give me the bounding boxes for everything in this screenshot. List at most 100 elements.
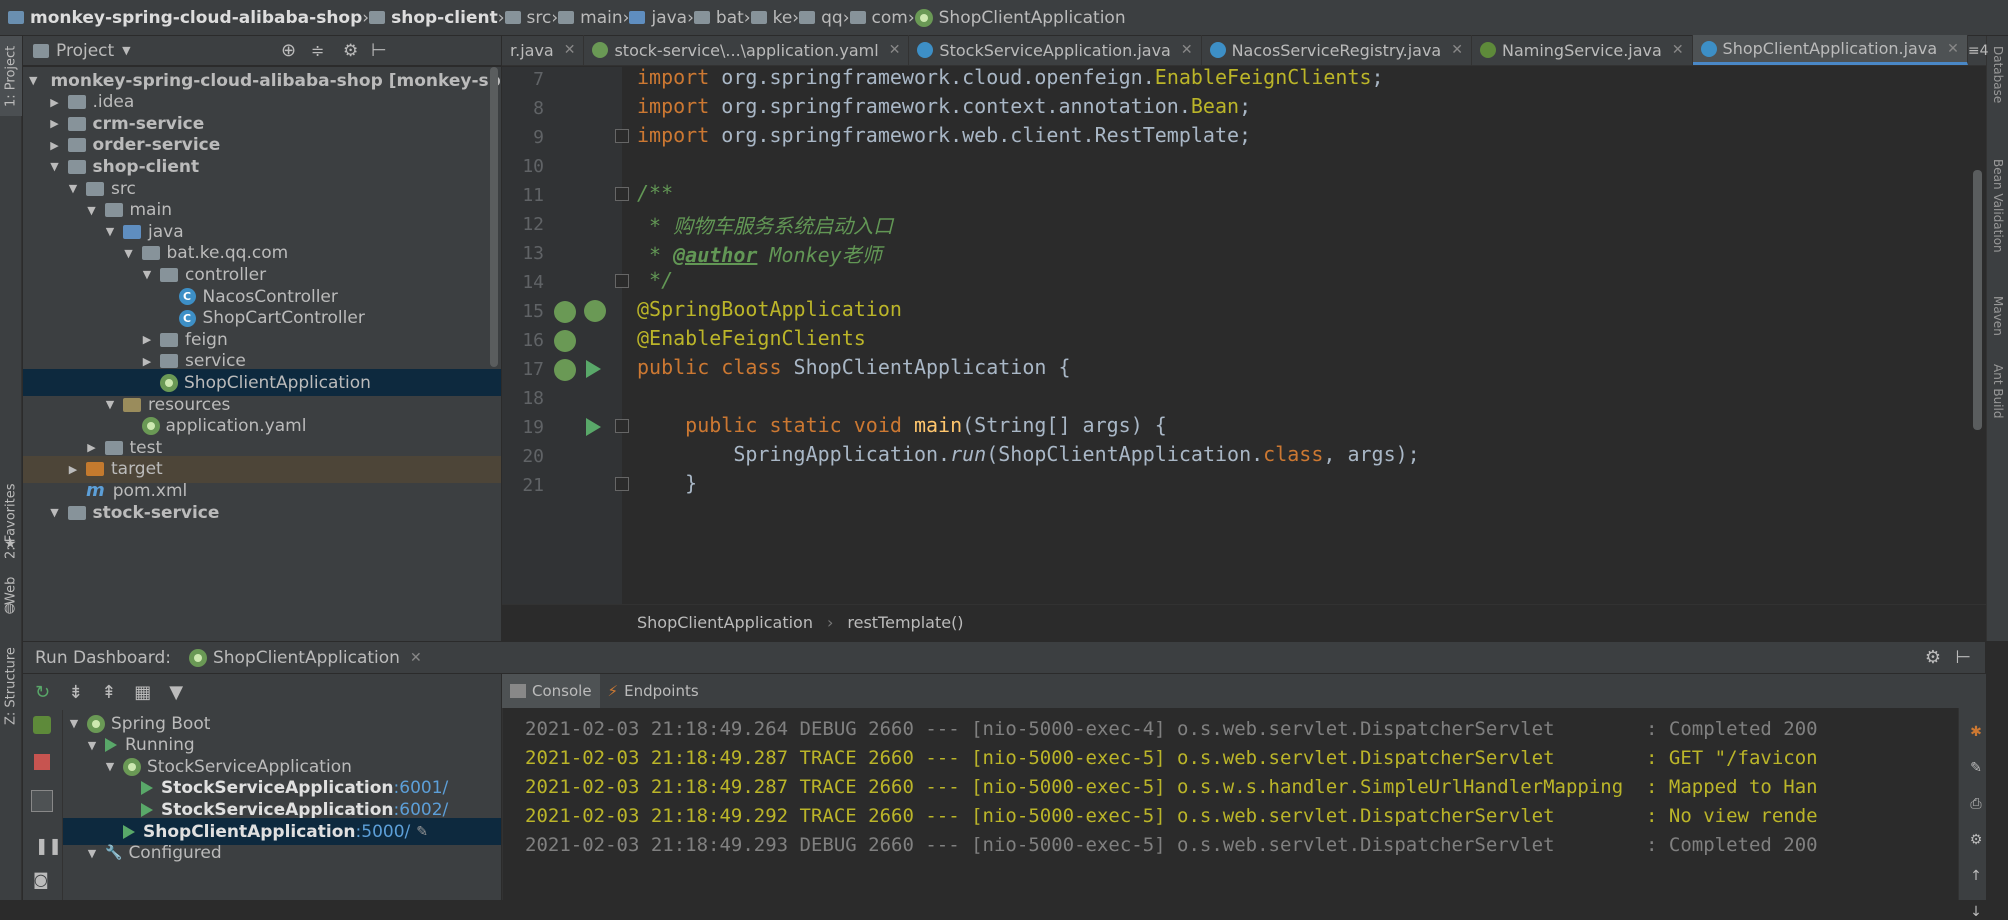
expand-arrow-icon[interactable]: ▼ bbox=[29, 74, 37, 87]
fold-marker-icon[interactable] bbox=[615, 187, 629, 201]
editor-tab[interactable]: NamingService.java ✕ bbox=[1472, 35, 1693, 65]
run-tree-item[interactable]: ▼ 🔧 Configured bbox=[63, 840, 501, 867]
expand-arrow-icon[interactable]: ▼ bbox=[85, 739, 99, 752]
camera-icon[interactable]: ◙ bbox=[33, 870, 49, 889]
locate-icon[interactable]: ⊕ bbox=[281, 40, 296, 61]
hide-icon[interactable]: ⊢ bbox=[371, 40, 387, 61]
run-gutter-icon[interactable] bbox=[586, 360, 601, 378]
edit-icon[interactable]: ✎ bbox=[416, 824, 428, 840]
breadcrumb-item[interactable]: ke bbox=[750, 8, 792, 28]
expand-arrow-icon[interactable]: ▶ bbox=[48, 96, 62, 109]
run-config-icon[interactable] bbox=[33, 716, 51, 734]
hide-icon[interactable]: ⊢ bbox=[1955, 647, 1971, 668]
settings-icon[interactable]: ⚙ bbox=[1925, 647, 1941, 668]
expand-arrow-icon[interactable]: ▼ bbox=[67, 717, 81, 730]
tab-console[interactable]: Console bbox=[502, 674, 600, 708]
expand-arrow-icon[interactable]: ▼ bbox=[85, 204, 99, 217]
editor-tab[interactable]: r.java ✕ bbox=[502, 35, 585, 65]
database-tool-button[interactable]: Database bbox=[1987, 40, 2008, 110]
pause-icon[interactable]: ❚❚ bbox=[35, 836, 62, 855]
breadcrumb-item[interactable]: shop-client bbox=[369, 8, 498, 28]
editor-tab[interactable]: stock-service\...\application.yaml ✕ bbox=[584, 35, 910, 65]
group-icon[interactable]: ▦ bbox=[134, 682, 151, 703]
tree-item[interactable]: ▼ stock-service bbox=[23, 499, 501, 526]
expand-arrow-icon[interactable]: ▼ bbox=[48, 506, 62, 519]
print-icon[interactable]: ⎙ bbox=[1968, 796, 1984, 812]
collapse-all-icon[interactable]: ⇞ bbox=[101, 682, 116, 703]
expand-arrow-icon[interactable]: ▼ bbox=[140, 268, 154, 281]
expand-arrow-icon[interactable]: ▼ bbox=[103, 760, 117, 773]
fold-marker-icon[interactable] bbox=[615, 419, 629, 433]
structure-tool-button[interactable]: Z: Structure bbox=[0, 636, 22, 736]
spring-bean-icon[interactable] bbox=[554, 330, 576, 352]
breadcrumb-item[interactable]: main bbox=[558, 8, 623, 28]
console-output[interactable]: 2021-02-03 21:18:49.264 DEBUG 2660 --- [… bbox=[502, 708, 1958, 900]
down-icon[interactable]: ↓ bbox=[1968, 904, 1984, 920]
favorites-tool-button[interactable]: 2: Favorites bbox=[0, 466, 22, 576]
tabs-overflow-button[interactable]: ≡4 bbox=[1968, 43, 1989, 59]
run-gutter-icon[interactable] bbox=[586, 418, 601, 436]
editor-scrollbar[interactable] bbox=[1973, 170, 1982, 430]
breadcrumb-item[interactable]: qq bbox=[799, 8, 843, 28]
breadcrumb-item[interactable]: bat bbox=[693, 8, 744, 28]
expand-arrow-icon[interactable]: ▼ bbox=[66, 182, 80, 195]
run-item-port[interactable]: :6001/ bbox=[394, 778, 449, 798]
close-icon[interactable]: ✕ bbox=[564, 42, 576, 58]
collapse-icon[interactable]: ≑ bbox=[311, 41, 324, 60]
close-icon[interactable]: ✕ bbox=[1451, 42, 1463, 58]
editor-tab[interactable]: ShopClientApplication.java ✕ bbox=[1692, 35, 1968, 65]
close-icon[interactable]: ✕ bbox=[1947, 41, 1959, 57]
expand-arrow-icon[interactable]: ▼ bbox=[103, 398, 117, 411]
tab-endpoints[interactable]: ⚡ Endpoints bbox=[600, 674, 707, 708]
breadcrumb-method[interactable]: restTemplate() bbox=[847, 613, 963, 632]
expand-arrow-icon[interactable]: ▶ bbox=[140, 333, 154, 346]
run-item-port[interactable]: :6002/ bbox=[394, 800, 449, 820]
expand-arrow-icon[interactable]: ▼ bbox=[103, 225, 117, 238]
editor-tab[interactable]: NacosServiceRegistry.java ✕ bbox=[1202, 35, 1472, 65]
spring-boot-icon[interactable] bbox=[584, 300, 606, 322]
stop-icon[interactable] bbox=[34, 754, 50, 770]
bug-icon[interactable]: ✱ bbox=[1968, 724, 1984, 740]
chevron-down-icon[interactable]: ▼ bbox=[122, 44, 130, 57]
project-view-selector[interactable]: Project bbox=[56, 41, 114, 61]
settings-icon[interactable]: ⚙ bbox=[343, 41, 358, 61]
up-icon[interactable]: ↑ bbox=[1968, 868, 1984, 884]
filter-icon[interactable]: ▼ bbox=[169, 682, 183, 703]
fold-marker-icon[interactable] bbox=[615, 477, 629, 491]
run-item-port[interactable]: :5000/ bbox=[356, 822, 411, 842]
expand-arrow-icon[interactable]: ▶ bbox=[66, 463, 80, 476]
expand-all-icon[interactable]: ⇟ bbox=[68, 682, 83, 703]
close-icon[interactable]: ✕ bbox=[889, 42, 901, 58]
fold-marker-icon[interactable] bbox=[615, 274, 629, 288]
expand-arrow-icon[interactable]: ▶ bbox=[85, 441, 99, 454]
breadcrumb-item[interactable]: monkey-spring-cloud-alibaba-shop bbox=[8, 8, 362, 28]
expand-arrow-icon[interactable]: ▶ bbox=[140, 355, 154, 368]
expand-arrow-icon[interactable]: ▶ bbox=[48, 117, 62, 130]
run-dashboard-tab[interactable]: ShopClientApplication bbox=[213, 648, 400, 668]
code-editor[interactable]: 7 import org.springframework.cloud.openfe… bbox=[502, 67, 1986, 604]
editor-tab[interactable]: StockServiceApplication.java ✕ bbox=[909, 35, 1202, 65]
project-scrollbar[interactable] bbox=[490, 67, 498, 367]
expand-arrow-icon[interactable]: ▼ bbox=[48, 160, 62, 173]
spring-bean-icon[interactable] bbox=[554, 301, 576, 323]
layout-icon[interactable] bbox=[31, 790, 53, 812]
settings-icon[interactable]: ⚙ bbox=[1968, 832, 1984, 848]
breadcrumb-item[interactable]: java bbox=[629, 8, 687, 28]
rerun-icon[interactable]: ↻ bbox=[35, 682, 50, 703]
expand-arrow-icon[interactable]: ▼ bbox=[85, 847, 99, 860]
fold-marker-icon[interactable] bbox=[615, 129, 629, 143]
expand-arrow-icon[interactable]: ▼ bbox=[122, 247, 136, 260]
expand-arrow-icon[interactable]: ▶ bbox=[48, 139, 62, 152]
project-tool-button[interactable]: 1: Project bbox=[0, 36, 22, 116]
breadcrumb-item[interactable]: src bbox=[504, 8, 551, 28]
close-icon[interactable]: ✕ bbox=[1181, 42, 1193, 58]
bean-validation-tool-button[interactable]: Bean Validation bbox=[1987, 136, 2008, 276]
breadcrumb-class[interactable]: ShopClientApplication bbox=[637, 613, 813, 632]
breadcrumb-item[interactable]: com bbox=[849, 8, 908, 28]
breadcrumb-item[interactable]: ShopClientApplication bbox=[914, 8, 1126, 28]
spring-bean-icon[interactable] bbox=[554, 359, 576, 381]
close-icon[interactable]: ✕ bbox=[1672, 42, 1684, 58]
ant-build-tool-button[interactable]: Ant Build bbox=[1987, 356, 2008, 426]
maven-tool-button[interactable]: Maven bbox=[1987, 286, 2008, 346]
close-icon[interactable]: ✕ bbox=[410, 650, 422, 666]
